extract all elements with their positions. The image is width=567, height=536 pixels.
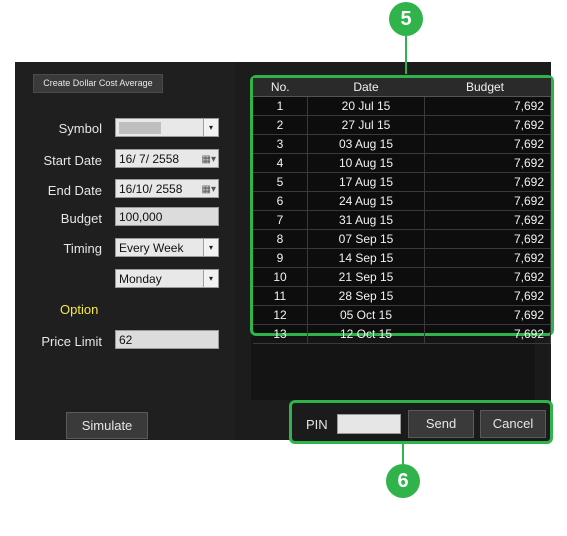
callout-5-badge: 5 <box>389 2 423 36</box>
budget-input[interactable]: 100,000 <box>115 207 219 226</box>
timing-value: Every Week <box>119 241 184 255</box>
end-date-field[interactable]: 16/10/ 2558 ▦▾ <box>115 179 219 198</box>
table-row[interactable]: 1 20 Jul 15 7,692 <box>253 96 551 116</box>
cell-date: 14 Sep 15 <box>307 248 425 268</box>
price-limit-label: Price Limit <box>41 334 102 349</box>
create-dca-title[interactable]: Create Dollar Cost Average <box>33 74 163 93</box>
cell-no: 2 <box>253 115 308 135</box>
start-date-label: Start Date <box>43 153 102 168</box>
table-row[interactable]: 4 10 Aug 15 7,692 <box>253 153 551 173</box>
table-header-row: No. Date Budget <box>253 78 551 97</box>
pin-input[interactable] <box>337 414 401 434</box>
cell-no: 4 <box>253 153 308 173</box>
callout-6-badge: 6 <box>386 464 420 498</box>
table-row[interactable]: 6 24 Aug 15 7,692 <box>253 191 551 211</box>
col-header-no: No. <box>253 78 308 97</box>
cell-budget: 7,692 <box>424 115 551 135</box>
cell-no: 3 <box>253 134 308 154</box>
cell-no: 7 <box>253 210 308 230</box>
symbol-label: Symbol <box>58 121 102 136</box>
cell-budget: 7,692 <box>424 305 551 325</box>
cell-date: 12 Oct 15 <box>307 324 425 344</box>
cell-no: 13 <box>253 324 308 344</box>
cell-no: 6 <box>253 191 308 211</box>
start-date-value: 16/ 7/ 2558 <box>119 152 180 166</box>
col-header-budget: Budget <box>424 78 551 97</box>
symbol-value <box>119 122 161 134</box>
cell-budget: 7,692 <box>424 134 551 154</box>
col-header-date: Date <box>307 78 425 97</box>
cell-budget: 7,692 <box>424 286 551 306</box>
cell-budget: 7,692 <box>424 267 551 287</box>
cell-no: 12 <box>253 305 308 325</box>
table-row[interactable]: 5 17 Aug 15 7,692 <box>253 172 551 192</box>
cell-date: 20 Jul 15 <box>307 96 425 116</box>
budget-label: Budget <box>60 211 102 226</box>
cell-date: 24 Aug 15 <box>307 191 425 211</box>
cell-budget: 7,692 <box>424 324 551 344</box>
pin-label: PIN <box>306 417 328 432</box>
cell-budget: 7,692 <box>424 248 551 268</box>
send-button[interactable]: Send <box>408 410 474 438</box>
cell-no: 5 <box>253 172 308 192</box>
cancel-button[interactable]: Cancel <box>480 410 546 438</box>
cell-budget: 7,692 <box>424 191 551 211</box>
cell-budget: 7,692 <box>424 210 551 230</box>
calendar-icon[interactable]: ▦▾ <box>202 180 216 199</box>
cell-date: 17 Aug 15 <box>307 172 425 192</box>
day-select[interactable]: Monday ▾ <box>115 269 219 288</box>
cell-no: 11 <box>253 286 308 306</box>
cell-no: 1 <box>253 96 308 116</box>
schedule-table: No. Date Budget 1 20 Jul 15 7,692 2 27 Jul 1… <box>250 75 554 344</box>
cell-date: 31 Aug 15 <box>307 210 425 230</box>
cell-date: 10 Aug 15 <box>307 153 425 173</box>
table-row[interactable]: 10 21 Sep 15 7,692 <box>253 267 551 287</box>
timing-select[interactable]: Every Week ▾ <box>115 238 219 257</box>
table-row[interactable]: 13 12 Oct 15 7,692 <box>253 324 551 344</box>
cell-no: 8 <box>253 229 308 249</box>
table-row[interactable]: 9 14 Sep 15 7,692 <box>253 248 551 268</box>
cell-date: 28 Sep 15 <box>307 286 425 306</box>
cell-date: 03 Aug 15 <box>307 134 425 154</box>
cell-date: 07 Sep 15 <box>307 229 425 249</box>
start-date-field[interactable]: 16/ 7/ 2558 ▦▾ <box>115 149 219 168</box>
table-row[interactable]: 2 27 Jul 15 7,692 <box>253 115 551 135</box>
option-label: Option <box>60 302 99 317</box>
end-date-value: 16/10/ 2558 <box>119 182 183 196</box>
cell-no: 9 <box>253 248 308 268</box>
cell-budget: 7,692 <box>424 153 551 173</box>
timing-label: Timing <box>63 241 102 256</box>
simulate-button[interactable]: Simulate <box>66 412 148 439</box>
callout-5-line <box>405 36 407 74</box>
cell-date: 21 Sep 15 <box>307 267 425 287</box>
price-limit-input[interactable]: 62 <box>115 330 219 349</box>
cell-date: 05 Oct 15 <box>307 305 425 325</box>
cell-budget: 7,692 <box>424 96 551 116</box>
cell-no: 10 <box>253 267 308 287</box>
end-date-label: End Date <box>47 183 102 198</box>
table-row[interactable]: 7 31 Aug 15 7,692 <box>253 210 551 230</box>
table-row[interactable]: 11 28 Sep 15 7,692 <box>253 286 551 306</box>
table-row[interactable]: 3 03 Aug 15 7,692 <box>253 134 551 154</box>
table-row[interactable]: 12 05 Oct 15 7,692 <box>253 305 551 325</box>
table-row[interactable]: 8 07 Sep 15 7,692 <box>253 229 551 249</box>
symbol-select[interactable]: ▾ <box>115 118 219 137</box>
dropdown-arrow-icon[interactable]: ▾ <box>203 119 218 136</box>
callout-6-line <box>402 444 404 464</box>
cell-budget: 7,692 <box>424 229 551 249</box>
dropdown-arrow-icon[interactable]: ▾ <box>203 239 218 256</box>
cell-date: 27 Jul 15 <box>307 115 425 135</box>
calendar-icon[interactable]: ▦▾ <box>202 150 216 169</box>
cell-budget: 7,692 <box>424 172 551 192</box>
dropdown-arrow-icon[interactable]: ▾ <box>203 270 218 287</box>
day-value: Monday <box>119 272 162 286</box>
